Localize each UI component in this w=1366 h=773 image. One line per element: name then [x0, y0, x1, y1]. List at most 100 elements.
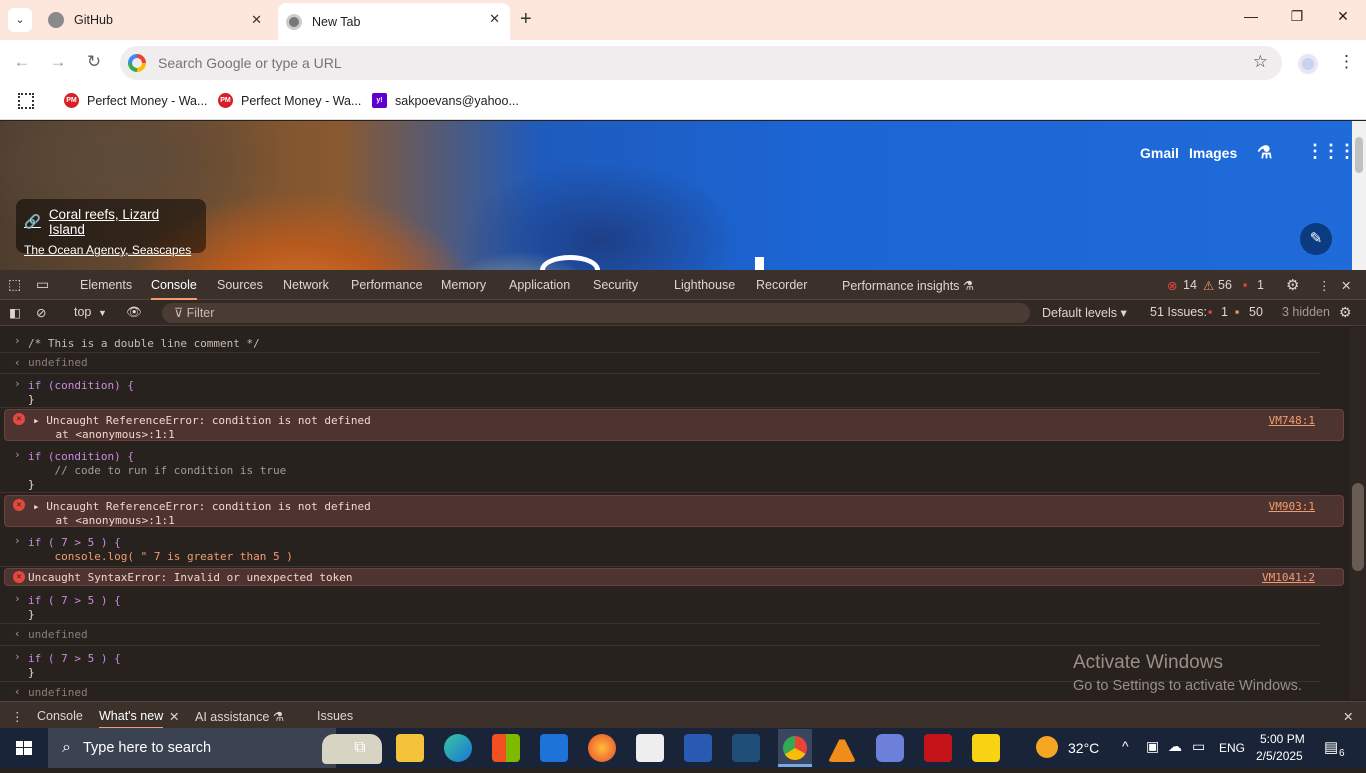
git-bash-icon[interactable] — [636, 734, 664, 762]
reload-button[interactable]: ↻ — [82, 52, 106, 72]
tab-elements[interactable]: Elements — [80, 278, 132, 292]
bookmark-star-icon[interactable]: ☆ — [1253, 52, 1268, 72]
task-view-icon[interactable]: ⧉ — [346, 734, 374, 762]
source-link[interactable]: VM903:1 — [1269, 500, 1315, 513]
tab-new-tab[interactable]: New Tab ✕ — [278, 3, 510, 40]
close-icon[interactable]: ✕ — [489, 11, 500, 27]
google-apps-icon[interactable]: ⋮⋮⋮ — [1306, 141, 1352, 162]
close-devtools-icon[interactable]: ✕ — [1341, 278, 1351, 293]
log-levels-dropdown[interactable]: Default levels ▾ — [1042, 305, 1127, 320]
notification-icon[interactable]: ▤ — [1324, 738, 1338, 756]
labs-flask-icon[interactable]: ⚗ — [1257, 143, 1272, 163]
close-icon[interactable]: ✕ — [169, 709, 179, 724]
tab-github[interactable]: GitHub ✕ — [40, 4, 272, 36]
weather-icon[interactable] — [1036, 736, 1058, 758]
network-icon[interactable]: ▭ — [1192, 738, 1205, 755]
issues-label[interactable]: 51 Issues: — [1150, 305, 1207, 319]
more-options-icon[interactable]: ⋮ — [1318, 278, 1331, 293]
hidden-count[interactable]: 3 hidden — [1282, 305, 1330, 319]
sticky-notes-icon[interactable] — [972, 734, 1000, 762]
firefox-icon[interactable] — [588, 734, 616, 762]
gmail-link[interactable]: Gmail — [1140, 145, 1179, 161]
context-selector[interactable]: top — [74, 305, 91, 319]
error-count-icon[interactable]: ⊗ — [1167, 278, 1177, 293]
issue-count-icon[interactable]: ▪ — [1243, 278, 1247, 292]
meet-now-icon[interactable]: ▣ — [1146, 738, 1159, 755]
restore-button[interactable]: ❐ — [1282, 8, 1312, 25]
settings-gear-icon[interactable]: ⚙ — [1286, 276, 1299, 294]
tab-security[interactable]: Security — [593, 278, 638, 292]
page-scrollbar[interactable] — [1352, 121, 1366, 270]
forward-button[interactable]: → — [46, 52, 70, 72]
new-tab-button[interactable]: + — [520, 8, 532, 31]
inspect-element-icon[interactable]: ⬚ — [8, 276, 21, 293]
source-link[interactable]: VM1041:2 — [1262, 571, 1315, 584]
issues-errors[interactable]: 1 — [1221, 305, 1228, 319]
error-count[interactable]: 14 — [1183, 278, 1197, 292]
back-button[interactable]: ← — [10, 52, 34, 72]
close-window-button[interactable]: ✕ — [1328, 8, 1358, 25]
profile-avatar[interactable] — [1298, 54, 1318, 74]
tab-lighthouse[interactable]: Lighthouse — [674, 278, 735, 292]
source-link[interactable]: VM748:1 — [1269, 414, 1315, 427]
filter-input[interactable]: ⊽ Filter — [162, 303, 1030, 323]
background-credit[interactable]: 🔗 Coral reefs, Lizard Island The Ocean Ag… — [16, 199, 206, 257]
customize-pencil-icon[interactable]: ✎ — [1300, 223, 1332, 255]
error-message[interactable]: ▸ Uncaught ReferenceError: condition is … — [33, 414, 371, 427]
issues-warnings[interactable]: 50 — [1249, 305, 1263, 319]
bookmark-item[interactable]: PM Perfect Money - Wa... — [218, 93, 361, 108]
edge-icon[interactable] — [444, 734, 472, 762]
close-drawer-icon[interactable]: ✕ — [1343, 709, 1353, 724]
onedrive-icon[interactable]: ☁ — [1168, 738, 1182, 755]
bookmark-item[interactable]: PM Perfect Money - Wa... — [64, 93, 207, 108]
images-link[interactable]: Images — [1189, 145, 1237, 161]
powershell-icon[interactable] — [684, 734, 712, 762]
console-output[interactable]: › /* This is a double line comment */ ‹ … — [0, 327, 1350, 699]
drawer-tab-whats-new[interactable]: What's new — [99, 709, 164, 729]
file-explorer-icon[interactable] — [396, 734, 424, 762]
temperature[interactable]: 32°C — [1068, 740, 1099, 756]
warning-count[interactable]: 56 — [1218, 278, 1232, 292]
show-hidden-icons-chevron[interactable]: ^ — [1122, 738, 1129, 754]
acrobat-icon[interactable] — [924, 734, 952, 762]
tab-network[interactable]: Network — [283, 278, 329, 292]
tab-search-button[interactable]: ⌄ — [8, 8, 32, 32]
device-toolbar-icon[interactable]: ▭ — [36, 276, 49, 293]
drawer-menu-icon[interactable]: ⋮ — [11, 709, 24, 724]
issue-count[interactable]: 1 — [1257, 278, 1264, 292]
omnibox[interactable]: ☆ — [120, 46, 1282, 80]
search-input[interactable] — [158, 55, 1058, 71]
tab-application[interactable]: Application — [509, 278, 570, 292]
bookmark-item[interactable]: y! sakpoevans@yahoo... — [372, 93, 519, 108]
minimize-button[interactable]: — — [1236, 8, 1266, 24]
apps-grid-icon[interactable] — [18, 93, 34, 109]
visual-studio-icon[interactable] — [876, 734, 904, 762]
taskbar-search-box[interactable]: ⌕ Type here to search — [48, 728, 382, 768]
drawer-tab-ai-assistance[interactable]: AI assistance ⚗ — [195, 709, 284, 724]
tab-memory[interactable]: Memory — [441, 278, 486, 292]
drawer-tab-issues[interactable]: Issues — [317, 709, 353, 723]
menu-icon[interactable]: ⋮ — [1338, 52, 1355, 72]
console-scrollbar[interactable] — [1350, 327, 1366, 699]
tab-sources[interactable]: Sources — [217, 278, 263, 292]
microsoft-store-icon[interactable] — [492, 734, 520, 762]
warning-count-icon[interactable]: ⚠ — [1203, 278, 1214, 293]
clear-console-icon[interactable]: ⊘ — [36, 305, 46, 320]
credit-title[interactable]: Coral reefs, Lizard Island — [49, 207, 198, 237]
language-indicator[interactable]: ENG — [1219, 741, 1245, 755]
tab-console[interactable]: Console — [151, 278, 197, 300]
mail-icon[interactable] — [540, 734, 568, 762]
close-icon[interactable]: ✕ — [251, 12, 262, 28]
sidebar-toggle-icon[interactable]: ◧ — [9, 305, 21, 320]
tab-performance-insights[interactable]: Performance insights ⚗ — [842, 278, 974, 293]
clock-time[interactable]: 5:00 PM — [1260, 732, 1305, 746]
windows-start-icon[interactable] — [0, 728, 48, 768]
tab-recorder[interactable]: Recorder — [756, 278, 807, 292]
vlc-icon[interactable] — [828, 734, 856, 762]
mysql-workbench-icon[interactable] — [732, 734, 760, 762]
drawer-tab-console[interactable]: Console — [37, 709, 83, 723]
credit-subtitle[interactable]: The Ocean Agency, Seascapes — [24, 243, 198, 257]
context-dropdown-icon[interactable]: ▼ — [98, 308, 107, 318]
console-settings-gear-icon[interactable]: ⚙ — [1339, 304, 1352, 321]
clock-date[interactable]: 2/5/2025 — [1256, 749, 1303, 763]
